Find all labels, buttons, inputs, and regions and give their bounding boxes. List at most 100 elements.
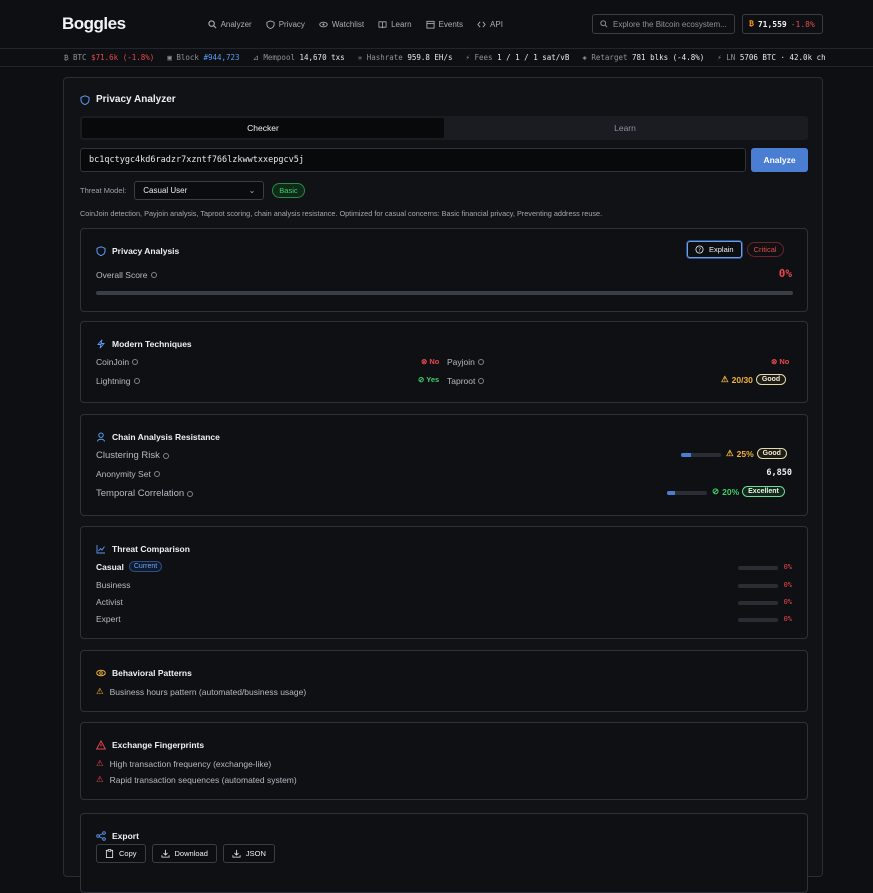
threat-model-label: Threat Model: — [80, 186, 127, 195]
threat-value-activist: 0% — [783, 598, 792, 606]
calendar-icon — [425, 20, 435, 29]
privacy-analysis-card: Privacy Analysis ? Explain Critical Over… — [80, 228, 808, 312]
copy-label: Copy — [119, 849, 137, 858]
nav-watchlist[interactable]: Watchlist — [319, 20, 364, 29]
nav-api[interactable]: API — [477, 20, 503, 29]
eye-icon — [319, 21, 328, 27]
nav-analyzer[interactable]: Analyzer — [207, 20, 252, 29]
shield-icon — [266, 19, 275, 29]
behavioral-patterns-title: Behavioral Patterns — [112, 668, 192, 678]
price-change: -1.8% — [790, 19, 815, 29]
behavior-item-text: Business hours pattern (automated/busine… — [109, 686, 307, 697]
chevron-down-icon: ⌄ — [248, 186, 256, 195]
tab-learn[interactable]: Learn — [444, 118, 806, 138]
lightning-text: Lightning — [96, 376, 131, 386]
info-icon[interactable] — [478, 378, 485, 384]
nav-events[interactable]: Events — [425, 19, 464, 29]
behavior-item: ⚠ Business hours pattern (automated/busi… — [96, 686, 306, 697]
search-icon — [600, 20, 608, 28]
trend-chart-icon — [96, 545, 105, 554]
download-button[interactable]: Download — [151, 844, 217, 863]
privacy-analysis-title: Privacy Analysis — [112, 246, 180, 256]
payjoin-status: ⊗ No — [771, 357, 789, 366]
anonymity-label: Anonymity Set — [96, 469, 160, 479]
info-icon[interactable] — [132, 359, 139, 365]
info-icon[interactable] — [153, 471, 160, 477]
json-button[interactable]: JSON — [222, 844, 275, 863]
chain-analysis-card: Chain Analysis Resistance Clustering Ris… — [80, 414, 808, 516]
card-title: Export — [96, 831, 139, 841]
card-title: Behavioral Patterns — [96, 668, 192, 678]
threat-bar-business — [738, 584, 778, 588]
lightning-status: ⊘ Yes — [418, 375, 439, 384]
threat-row-business: Business — [96, 580, 131, 590]
privacy-actions: ? Explain Critical — [687, 241, 784, 258]
json-label: JSON — [245, 849, 266, 858]
search-input[interactable]: Explore the Bitcoin ecosystem... — [592, 14, 735, 34]
user-icon — [97, 432, 105, 442]
info-icon[interactable] — [133, 378, 140, 384]
address-input[interactable]: bc1qctygc4kd6radzr7xzntf766lzkwwtxxepgcv… — [80, 148, 746, 172]
clustering-bar — [681, 453, 721, 457]
price-widget[interactable]: ₿ 71,559 -1.8% — [742, 14, 823, 34]
top-nav: Boggles Analyzer Privacy Watchlist Learn… — [0, 0, 873, 49]
ticker-ln: ⚡ LN 5706 BTC · 42.0k ch — [717, 53, 826, 62]
threat-model-value: Casual User — [143, 186, 188, 195]
severity-badge: Critical — [746, 242, 784, 257]
threat-bar-activist — [738, 601, 778, 605]
ticker-hashrate: ✳ Hashrate 959.8 EH/s — [357, 53, 453, 62]
lightning-value: Yes — [426, 375, 440, 384]
check-circle-icon: ⊘ — [712, 486, 720, 496]
tab-checker[interactable]: Checker — [82, 118, 444, 138]
nav-api-label: API — [490, 19, 503, 29]
logo[interactable]: Boggles — [62, 14, 126, 34]
export-actions: Copy Download JSON — [96, 844, 275, 863]
share-icon — [96, 831, 106, 841]
threat-bar-expert — [738, 618, 778, 622]
download-icon — [232, 849, 241, 858]
info-icon[interactable] — [150, 272, 157, 278]
threat-bar-casual — [738, 566, 778, 570]
card-title: Threat Comparison — [96, 544, 190, 554]
nav-learn[interactable]: Learn — [378, 19, 412, 29]
alert-triangle-icon — [96, 740, 106, 750]
overall-score-text: Overall Score — [96, 270, 148, 280]
alert-triangle-icon: ⚠ — [96, 774, 104, 784]
privacy-analyzer-panel: Privacy Analyzer Checker Learn bc1qctygc… — [63, 77, 823, 893]
coinjoin-value: No — [429, 357, 440, 366]
temporal-status: ⊘ 20% Excellent — [712, 486, 785, 497]
nav-learn-label: Learn — [391, 19, 412, 29]
threat-comparison-title: Threat Comparison — [112, 544, 190, 554]
temporal-badge: Excellent — [742, 486, 785, 497]
warning-icon: ⚠ — [726, 448, 734, 458]
info-icon[interactable] — [477, 359, 484, 365]
clustering-status: ⚠ 25% Good — [726, 448, 787, 459]
nav-privacy-label: Privacy — [278, 19, 305, 29]
nav-events-label: Events — [438, 19, 464, 29]
ticker-retarget: ◈ Retarget 781 blks (-4.8%) — [582, 53, 705, 62]
taproot-status: ⚠ 20/30 Good — [721, 374, 787, 385]
export-title: Export — [112, 831, 139, 841]
info-icon[interactable] — [162, 452, 169, 459]
warning-icon: ⚠ — [96, 686, 104, 696]
threat-row-label: Casual — [96, 561, 124, 572]
info-icon[interactable] — [187, 490, 194, 497]
threat-model-select[interactable]: Casual User ⌄ — [134, 181, 265, 200]
coinjoin-text: CoinJoin — [96, 357, 130, 367]
exchange-item-text: Rapid transaction sequences (automated s… — [109, 774, 297, 785]
copy-button[interactable]: Copy — [96, 844, 146, 863]
clustering-label: Clustering Risk — [96, 450, 169, 461]
explain-button[interactable]: ? Explain — [687, 241, 742, 258]
clustering-text: Clustering Risk — [96, 450, 160, 461]
nav-privacy[interactable]: Privacy — [266, 20, 305, 29]
book-icon — [378, 20, 387, 28]
check-circle-icon: ⊘ — [418, 375, 425, 384]
threat-value-business: 0% — [783, 581, 792, 589]
alert-triangle-icon: ⚠ — [96, 758, 104, 768]
analyze-button[interactable]: Analyze — [751, 148, 808, 172]
card-title: Chain Analysis Resistance — [96, 432, 220, 442]
clustering-fill — [681, 453, 691, 457]
ticker-block: ▣ Block #944,723 — [167, 53, 240, 62]
svg-text:?: ? — [698, 247, 701, 253]
clustering-value: 25% — [736, 448, 754, 459]
